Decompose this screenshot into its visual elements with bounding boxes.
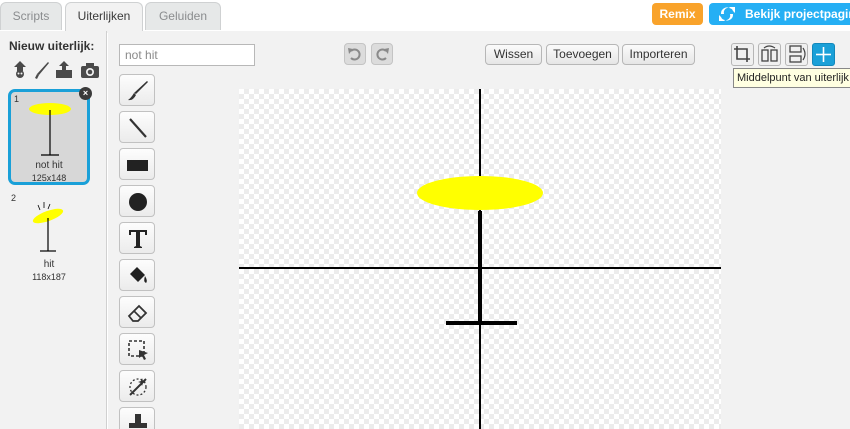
- switch-icon: [719, 7, 735, 21]
- stamp-tool[interactable]: [119, 407, 155, 429]
- see-project-page-button[interactable]: Bekijk projectpagina: [709, 3, 850, 25]
- eraser-tool[interactable]: [119, 296, 155, 328]
- brush-icon: [128, 81, 148, 101]
- costume-list-panel: Nieuw uiterlijk: 1 not hit 125x148 × 2 h…: [0, 31, 107, 429]
- costume-size: 118x187: [32, 272, 66, 282]
- eraser-icon: [127, 304, 148, 322]
- redo-button[interactable]: [371, 43, 393, 65]
- clear-button[interactable]: Wissen: [485, 44, 542, 65]
- costume-item-not-hit[interactable]: 1 not hit 125x148 ×: [8, 87, 92, 185]
- fill-tool[interactable]: [119, 259, 155, 291]
- costume-number: 2: [11, 193, 17, 203]
- canvas-drawing: [239, 89, 721, 429]
- scratch-editor: Scripts Uiterlijken Geluiden Remix Bekij…: [0, 0, 850, 429]
- text-icon: [129, 230, 147, 248]
- new-costume-label: Nieuw uiterlijk:: [9, 39, 95, 53]
- undo-icon: [348, 48, 361, 61]
- line-icon: [129, 118, 147, 138]
- crop-icon: [734, 46, 750, 62]
- brush-tool[interactable]: [119, 74, 155, 106]
- costume-size: 125x148: [31, 173, 67, 183]
- flip-vertical-icon: [789, 45, 806, 63]
- flip-horizontal-icon: [761, 45, 778, 62]
- flip-horizontal-button[interactable]: [758, 43, 781, 66]
- costume-item-hit[interactable]: 2 hit 118x187: [8, 191, 90, 287]
- rectangle-icon: [127, 160, 148, 171]
- select-tool[interactable]: [119, 333, 155, 365]
- set-center-icon: [816, 47, 831, 62]
- ellipse-tool[interactable]: [119, 185, 155, 217]
- top-bar: Scripts Uiterlijken Geluiden Remix Bekij…: [0, 0, 850, 33]
- set-center-tooltip: Middelpunt van uiterlijk instellen: [733, 68, 850, 88]
- text-tool[interactable]: [119, 222, 155, 254]
- ellipse-icon: [129, 193, 147, 211]
- import-button[interactable]: Importeren: [622, 44, 695, 65]
- line-tool[interactable]: [119, 111, 155, 143]
- tab-costumes[interactable]: Uiterlijken: [65, 2, 143, 33]
- upload-icon[interactable]: [54, 59, 74, 81]
- add-button[interactable]: Toevoegen: [546, 44, 619, 65]
- paint-brush-icon[interactable]: [32, 59, 52, 81]
- new-costume-icons: [10, 59, 104, 81]
- undo-button[interactable]: [344, 43, 366, 65]
- set-center-button[interactable]: [812, 43, 835, 66]
- remove-background-tool[interactable]: [119, 370, 155, 402]
- delete-costume-icon[interactable]: ×: [79, 87, 92, 100]
- redo-icon: [376, 48, 389, 61]
- see-project-page-label: Bekijk projectpagina: [745, 7, 850, 21]
- tab-sounds[interactable]: Geluiden: [145, 2, 221, 30]
- camera-icon[interactable]: [80, 59, 100, 81]
- crop-tool-button[interactable]: [731, 43, 754, 66]
- flip-vertical-button[interactable]: [785, 43, 808, 66]
- costume-thumbnail: [32, 202, 64, 252]
- remix-button[interactable]: Remix: [652, 3, 703, 25]
- stamp-icon: [129, 414, 147, 428]
- costume-thumbnail: [29, 103, 71, 156]
- tab-scripts[interactable]: Scripts: [0, 2, 62, 30]
- select-remove-background-icon: [129, 378, 147, 396]
- costume-name: hit: [43, 259, 55, 270]
- costume-name: not hit: [35, 160, 63, 171]
- yellow-ellipse: [417, 176, 543, 210]
- costume-name-input[interactable]: [119, 44, 255, 66]
- sprite-library-icon[interactable]: [10, 59, 30, 81]
- paint-editor: Wissen Toevoegen Importeren Middelpunt v…: [108, 31, 850, 429]
- drawing-canvas[interactable]: [239, 89, 721, 429]
- costume-number: 1: [14, 94, 20, 104]
- rectangle-tool[interactable]: [119, 148, 155, 180]
- fill-icon: [130, 267, 147, 283]
- select-icon: [128, 340, 148, 360]
